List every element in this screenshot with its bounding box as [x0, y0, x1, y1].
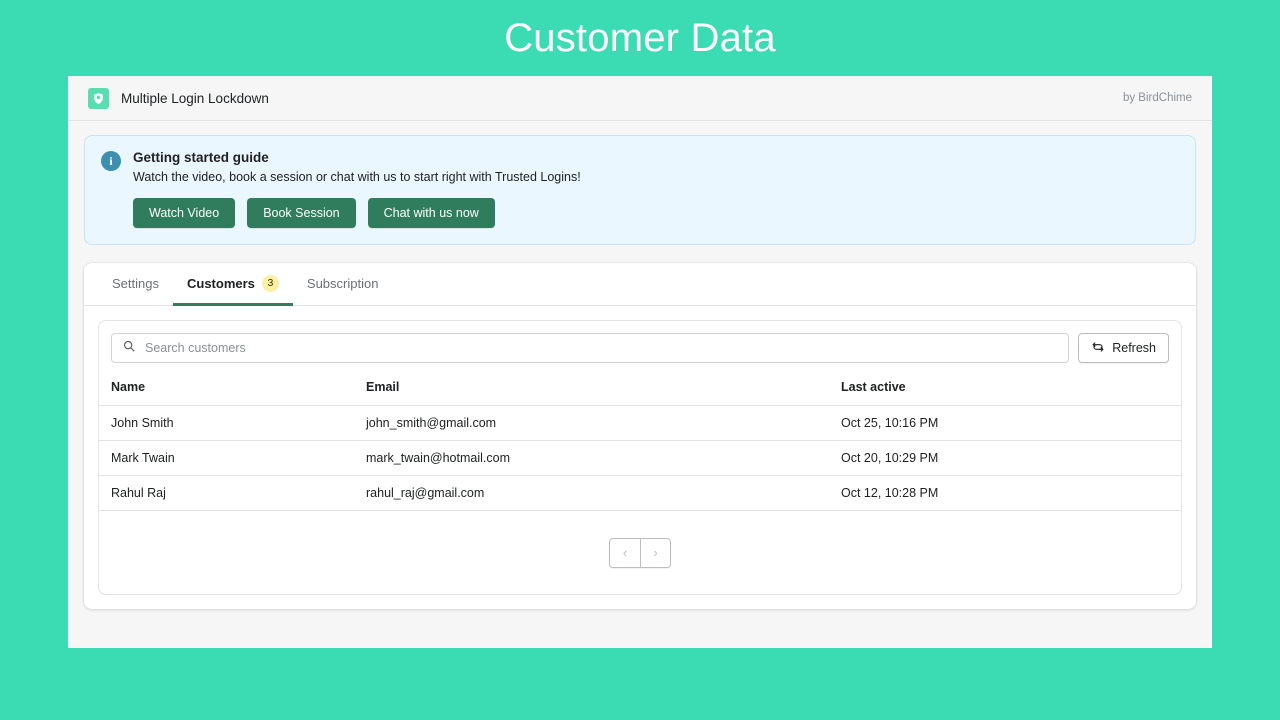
column-header-email: Email: [354, 374, 829, 406]
pagination: ‹ ›: [99, 511, 1181, 594]
table-toolbar: Refresh: [99, 321, 1181, 374]
shield-location-icon: [88, 88, 109, 109]
search-field[interactable]: [111, 333, 1069, 363]
main-card: Settings Customers 3 Subscription: [84, 263, 1196, 609]
table-row[interactable]: Mark Twain mark_twain@hotmail.com Oct 20…: [99, 441, 1181, 476]
banner-actions: Watch Video Book Session Chat with us no…: [133, 198, 1179, 228]
table-body: John Smith john_smith@gmail.com Oct 25, …: [99, 406, 1181, 511]
next-page-button[interactable]: ›: [640, 539, 670, 567]
info-icon: i: [101, 151, 121, 171]
cell-last-active: Oct 20, 10:29 PM: [829, 441, 1181, 476]
banner-text: Watch the video, book a session or chat …: [133, 170, 1179, 184]
cell-email: mark_twain@hotmail.com: [354, 441, 829, 476]
banner-body: Getting started guide Watch the video, b…: [133, 150, 1179, 228]
search-icon: [122, 339, 136, 358]
customers-table-card: Refresh Name Email Last active Jo: [98, 320, 1182, 595]
tab-subscription[interactable]: Subscription: [293, 263, 393, 306]
column-header-last-active: Last active: [829, 374, 1181, 406]
tab-settings-label: Settings: [112, 276, 159, 291]
banner-title: Getting started guide: [133, 150, 1179, 165]
getting-started-banner: i Getting started guide Watch the video,…: [84, 135, 1196, 245]
tab-bar: Settings Customers 3 Subscription: [84, 263, 1196, 306]
book-session-button[interactable]: Book Session: [247, 198, 355, 228]
tab-customers[interactable]: Customers 3: [173, 263, 293, 306]
cell-email: rahul_raj@gmail.com: [354, 476, 829, 511]
app-vendor: by BirdChime: [1123, 92, 1192, 104]
table-header-row: Name Email Last active: [99, 374, 1181, 406]
watch-video-button[interactable]: Watch Video: [133, 198, 235, 228]
tab-customers-label: Customers: [187, 276, 255, 291]
cell-name: Rahul Raj: [99, 476, 354, 511]
table-head: Name Email Last active: [99, 374, 1181, 406]
cell-email: john_smith@gmail.com: [354, 406, 829, 441]
column-header-name: Name: [99, 374, 354, 406]
cell-name: John Smith: [99, 406, 354, 441]
page-body: i Getting started guide Watch the video,…: [68, 121, 1212, 609]
page-title: Customer Data: [0, 0, 1280, 76]
refresh-button[interactable]: Refresh: [1078, 333, 1169, 363]
tab-subscription-label: Subscription: [307, 276, 379, 291]
table-row[interactable]: John Smith john_smith@gmail.com Oct 25, …: [99, 406, 1181, 441]
app-top-bar: Multiple Login Lockdown by BirdChime: [68, 76, 1212, 121]
tab-settings[interactable]: Settings: [98, 263, 173, 306]
refresh-label: Refresh: [1112, 341, 1156, 355]
app-window: Multiple Login Lockdown by BirdChime i G…: [68, 76, 1212, 648]
app-name: Multiple Login Lockdown: [121, 91, 269, 106]
search-input[interactable]: [145, 341, 1058, 355]
customers-table: Name Email Last active John Smith john_s…: [99, 374, 1181, 511]
previous-page-button[interactable]: ‹: [610, 539, 640, 567]
chat-with-us-button[interactable]: Chat with us now: [368, 198, 495, 228]
cell-last-active: Oct 12, 10:28 PM: [829, 476, 1181, 511]
table-row[interactable]: Rahul Raj rahul_raj@gmail.com Oct 12, 10…: [99, 476, 1181, 511]
cell-last-active: Oct 25, 10:16 PM: [829, 406, 1181, 441]
refresh-icon: [1091, 340, 1105, 357]
cell-name: Mark Twain: [99, 441, 354, 476]
pager-group: ‹ ›: [609, 538, 671, 568]
tab-customers-badge: 3: [262, 275, 279, 292]
